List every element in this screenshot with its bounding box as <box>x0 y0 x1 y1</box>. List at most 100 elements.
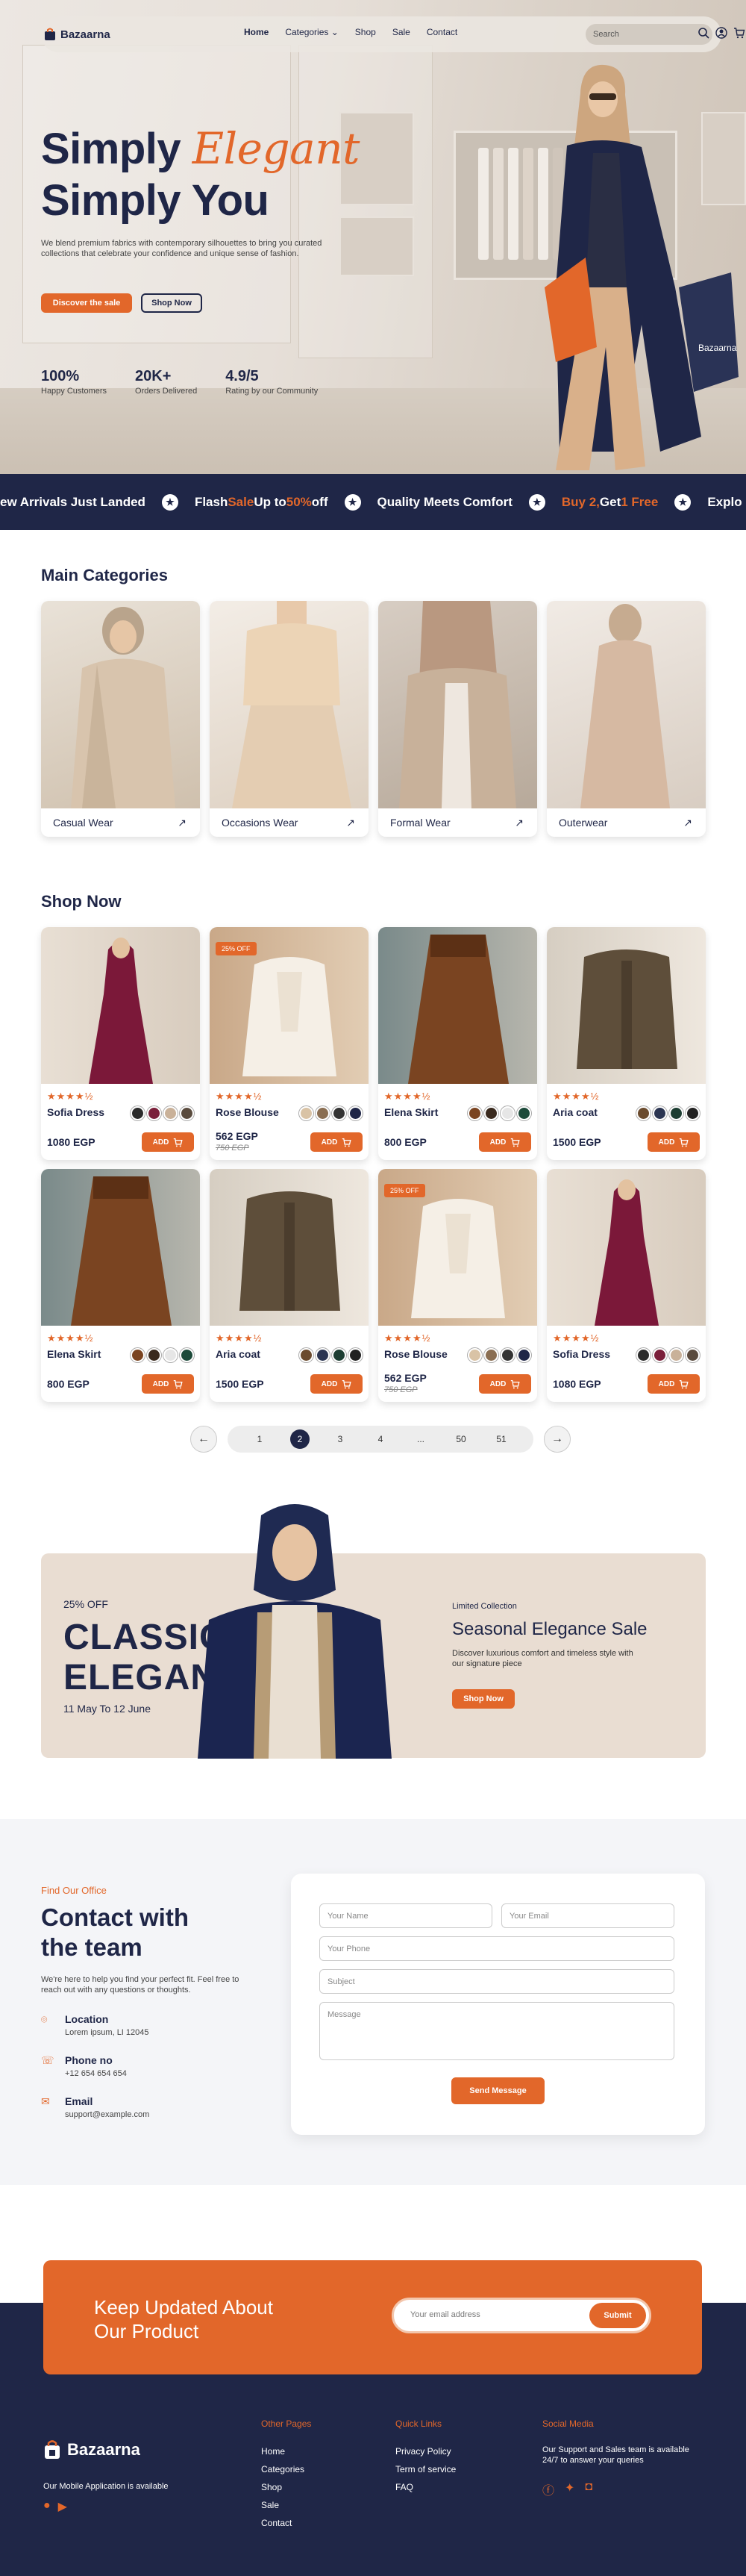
newsletter-title-line1: Keep Updated About <box>94 2296 273 2318</box>
add-to-cart-button[interactable]: ADD <box>142 1132 194 1152</box>
category-card-formal[interactable]: Formal Wear ↗ <box>378 601 537 837</box>
color-swatch[interactable] <box>484 1348 498 1362</box>
newsletter-email-input[interactable]: Your email address <box>410 2310 480 2319</box>
shop-now-button[interactable]: Shop Now <box>141 293 202 313</box>
newsletter-submit-button[interactable]: Submit <box>589 2303 646 2328</box>
nav-categories[interactable]: Categories ⌄ <box>285 27 338 37</box>
color-swatch[interactable] <box>501 1348 515 1362</box>
color-swatch[interactable] <box>299 1348 313 1362</box>
search-input[interactable]: Search <box>586 24 712 45</box>
product-card[interactable]: ★★★★½ Aria coat 1500 EGP ADD <box>547 927 706 1160</box>
phone-field[interactable]: Your Phone <box>319 1936 674 1961</box>
footer-link-shop[interactable]: Shop <box>261 2482 282 2492</box>
product-card[interactable]: ★★★★½ Aria coat 1500 EGP ADD <box>210 1169 369 1402</box>
footer-link-home[interactable]: Home <box>261 2446 285 2457</box>
page-number[interactable]: 1 <box>239 1434 280 1444</box>
color-swatch[interactable] <box>669 1348 683 1362</box>
product-card[interactable]: ★★★★½ Sofia Dress 1080 EGP ADD <box>41 927 200 1160</box>
message-field[interactable]: Message <box>319 2002 674 2060</box>
product-card[interactable]: 25% OFF ★★★★½ Rose Blouse 562 EGP 750 EGP ADD <box>210 927 369 1160</box>
color-swatch[interactable] <box>636 1348 651 1362</box>
add-to-cart-button[interactable]: ADD <box>310 1132 363 1152</box>
next-page-button[interactable]: → <box>544 1426 571 1453</box>
color-swatch[interactable] <box>332 1106 346 1120</box>
color-swatch[interactable] <box>147 1106 161 1120</box>
email-value: support@example.com <box>65 2110 150 2119</box>
email-field[interactable]: Your Email <box>501 1903 674 1928</box>
footer-link-faq[interactable]: FAQ <box>395 2482 413 2492</box>
color-swatch[interactable] <box>653 1106 667 1120</box>
color-swatch[interactable] <box>686 1106 700 1120</box>
color-swatch[interactable] <box>484 1106 498 1120</box>
color-swatch[interactable] <box>468 1106 482 1120</box>
color-swatch[interactable] <box>348 1348 363 1362</box>
color-swatch[interactable] <box>131 1348 145 1362</box>
color-swatch[interactable] <box>163 1106 178 1120</box>
product-card[interactable]: ★★★★½ Elena Skirt 800 EGP ADD <box>378 927 537 1160</box>
footer-link-terms[interactable]: Term of service <box>395 2464 456 2474</box>
apple-icon[interactable]: ● <box>43 2499 51 2514</box>
cart-icon[interactable] <box>733 27 745 39</box>
footer-link-sale[interactable]: Sale <box>261 2500 279 2510</box>
color-swatch[interactable] <box>348 1106 363 1120</box>
color-swatch[interactable] <box>517 1106 531 1120</box>
color-swatch[interactable] <box>636 1106 651 1120</box>
color-swatch[interactable] <box>180 1106 194 1120</box>
product-card[interactable]: 25% OFF ★★★★½ Rose Blouse 562 EGP 750 EGP ADD <box>378 1169 537 1402</box>
search-icon[interactable] <box>698 27 709 39</box>
nav-links: Home Categories ⌄ Shop Sale Contact <box>244 27 457 37</box>
color-swatch[interactable] <box>653 1348 667 1362</box>
nav-contact[interactable]: Contact <box>427 27 457 37</box>
add-to-cart-button[interactable]: ADD <box>142 1374 194 1394</box>
page-number[interactable]: 50 <box>441 1434 481 1444</box>
add-to-cart-button[interactable]: ADD <box>648 1374 700 1394</box>
send-message-button[interactable]: Send Message <box>451 2077 545 2104</box>
footer-link-categories[interactable]: Categories <box>261 2464 304 2474</box>
color-swatch[interactable] <box>316 1348 330 1362</box>
twitter-icon[interactable]: ✦ <box>565 2480 574 2498</box>
page-number-active[interactable]: 2 <box>280 1429 320 1449</box>
page-number[interactable]: 51 <box>481 1434 521 1444</box>
brand-logo[interactable]: Bazaarna <box>44 28 110 41</box>
add-to-cart-button[interactable]: ADD <box>479 1374 531 1394</box>
footer-link-contact[interactable]: Contact <box>261 2518 292 2528</box>
color-swatch[interactable] <box>147 1348 161 1362</box>
category-card-outerwear[interactable]: Outerwear ↗ <box>547 601 706 837</box>
product-card[interactable]: ★★★★½ Elena Skirt 800 EGP ADD <box>41 1169 200 1402</box>
color-swatch[interactable] <box>163 1348 178 1362</box>
add-to-cart-button[interactable]: ADD <box>648 1132 700 1152</box>
instagram-icon[interactable]: ◘ <box>585 2480 592 2498</box>
google-play-icon[interactable]: ▶ <box>58 2499 67 2514</box>
facebook-icon[interactable]: ⓕ <box>542 2480 554 2498</box>
color-swatch[interactable] <box>686 1348 700 1362</box>
nav-home[interactable]: Home <box>244 27 269 37</box>
page-number[interactable]: 3 <box>320 1434 360 1444</box>
product-card[interactable]: ★★★★½ Sofia Dress 1080 EGP ADD <box>547 1169 706 1402</box>
add-to-cart-button[interactable]: ADD <box>479 1132 531 1152</box>
color-swatch[interactable] <box>180 1348 194 1362</box>
promo-shop-now-button[interactable]: Shop Now <box>452 1689 515 1709</box>
user-icon[interactable] <box>715 27 727 39</box>
star-icon: ★ <box>674 493 692 511</box>
color-swatch[interactable] <box>517 1348 531 1362</box>
footer-logo[interactable]: Bazaarna <box>43 2439 140 2460</box>
color-swatch[interactable] <box>299 1106 313 1120</box>
prev-page-button[interactable]: ← <box>190 1426 217 1453</box>
color-swatch[interactable] <box>131 1106 145 1120</box>
color-swatch[interactable] <box>332 1348 346 1362</box>
footer-link-privacy[interactable]: Privacy Policy <box>395 2446 451 2457</box>
color-swatch[interactable] <box>501 1106 515 1120</box>
category-card-occasions[interactable]: Occasions Wear ↗ <box>210 601 369 837</box>
name-field[interactable]: Your Name <box>319 1903 492 1928</box>
color-swatch[interactable] <box>468 1348 482 1362</box>
add-to-cart-button[interactable]: ADD <box>310 1374 363 1394</box>
nav-shop[interactable]: Shop <box>355 27 376 37</box>
page-number[interactable]: 4 <box>360 1434 401 1444</box>
nav-sale[interactable]: Sale <box>392 27 410 37</box>
color-swatch[interactable] <box>669 1106 683 1120</box>
subject-field[interactable]: Subject <box>319 1969 674 1994</box>
color-swatch[interactable] <box>316 1106 330 1120</box>
category-card-casual[interactable]: Casual Wear ↗ <box>41 601 200 837</box>
discover-sale-button[interactable]: Discover the sale <box>41 293 132 313</box>
product-name: Sofia Dress <box>553 1348 611 1360</box>
